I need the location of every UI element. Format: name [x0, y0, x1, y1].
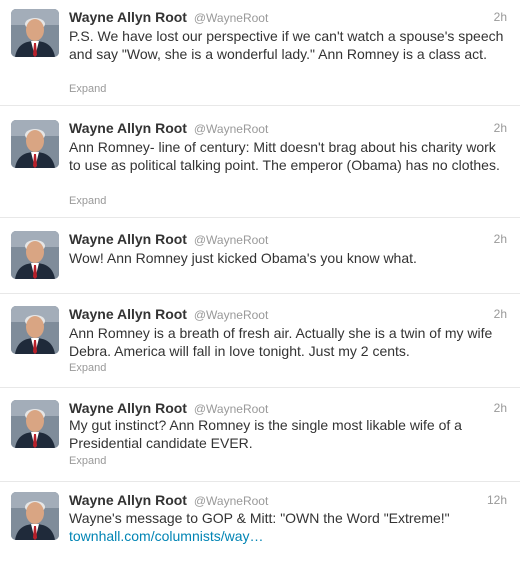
tweet-text: My gut instinct? Ann Romney is the singl… — [69, 417, 462, 451]
tweet-text: Wow! Ann Romney just kicked Obama's you … — [69, 250, 417, 266]
author-name[interactable]: Wayne Allyn Root — [69, 400, 187, 416]
author-name[interactable]: Wayne Allyn Root — [69, 231, 187, 247]
avatar[interactable] — [11, 120, 59, 168]
tweet-text: P.S. We have lost our perspective if we … — [69, 28, 504, 62]
expand-link[interactable]: Expand — [69, 82, 106, 96]
tweet-timestamp[interactable]: 2h — [494, 9, 507, 25]
tweet-text: Ann Romney- line of century: Mitt doesn'… — [69, 139, 500, 173]
author-name[interactable]: Wayne Allyn Root — [69, 9, 187, 25]
author-handle[interactable]: @WayneRoot — [194, 233, 268, 247]
expand-link[interactable]: Expand — [69, 454, 106, 468]
tweet-text: Ann Romney is a breath of fresh air. Act… — [69, 325, 493, 359]
tweet-header: Wayne Allyn Root @WayneRoot — [69, 9, 268, 26]
profile-photo-icon — [11, 9, 59, 57]
author-handle[interactable]: @WayneRoot — [194, 402, 268, 416]
expand-link[interactable]: Expand — [69, 194, 106, 208]
author-handle[interactable]: @WayneRoot — [194, 122, 268, 136]
profile-photo-icon — [11, 231, 59, 279]
tweet-item[interactable]: Wayne Allyn Root @WayneRoot 2h My gut in… — [0, 388, 520, 482]
profile-photo-icon — [11, 400, 59, 448]
author-name[interactable]: Wayne Allyn Root — [69, 492, 187, 508]
tweet-header: Wayne Allyn Root @WayneRoot — [69, 231, 268, 248]
author-handle[interactable]: @WayneRoot — [194, 494, 268, 508]
tweet-link[interactable]: townhall.com/columnists/way… — [69, 528, 264, 544]
avatar[interactable] — [11, 400, 59, 448]
author-handle[interactable]: @WayneRoot — [194, 11, 268, 25]
tweet-timestamp[interactable]: 2h — [494, 306, 507, 322]
tweet-timestamp[interactable]: 2h — [494, 231, 507, 247]
tweet-text: Wayne's message to GOP & Mitt: "OWN the … — [69, 509, 509, 545]
profile-photo-icon — [11, 492, 59, 540]
tweet-item[interactable]: Wayne Allyn Root @WayneRoot 12h Wayne's … — [0, 482, 520, 566]
tweet-item[interactable]: Wayne Allyn Root @WayneRoot 2h Wow! Ann … — [0, 218, 520, 294]
avatar[interactable] — [11, 492, 59, 540]
tweet-item[interactable]: Wayne Allyn Root @WayneRoot 2h P.S. We h… — [0, 0, 520, 106]
tweet-header: Wayne Allyn Root @WayneRoot — [69, 400, 268, 417]
avatar[interactable] — [11, 231, 59, 279]
tweet-timestamp[interactable]: 2h — [494, 400, 507, 416]
author-name[interactable]: Wayne Allyn Root — [69, 120, 187, 136]
profile-photo-icon — [11, 306, 59, 354]
tweet-timestamp[interactable]: 12h — [487, 492, 507, 508]
avatar[interactable] — [11, 306, 59, 354]
tweet-header: Wayne Allyn Root @WayneRoot — [69, 492, 268, 509]
avatar[interactable] — [11, 9, 59, 57]
tweet-timeline: Wayne Allyn Root @WayneRoot 2h P.S. We h… — [0, 0, 520, 566]
expand-link[interactable]: Expand — [69, 361, 106, 375]
tweet-header: Wayne Allyn Root @WayneRoot — [69, 120, 268, 137]
tweet-item[interactable]: Wayne Allyn Root @WayneRoot 2h Ann Romne… — [0, 106, 520, 218]
tweet-item[interactable]: Wayne Allyn Root @WayneRoot 2h Ann Romne… — [0, 294, 520, 388]
tweet-timestamp[interactable]: 2h — [494, 120, 507, 136]
tweet-header: Wayne Allyn Root @WayneRoot — [69, 306, 268, 323]
profile-photo-icon — [11, 120, 59, 168]
author-name[interactable]: Wayne Allyn Root — [69, 306, 187, 322]
tweet-text-line: Wayne's message to GOP & Mitt: "OWN the … — [69, 510, 450, 526]
author-handle[interactable]: @WayneRoot — [194, 308, 268, 322]
